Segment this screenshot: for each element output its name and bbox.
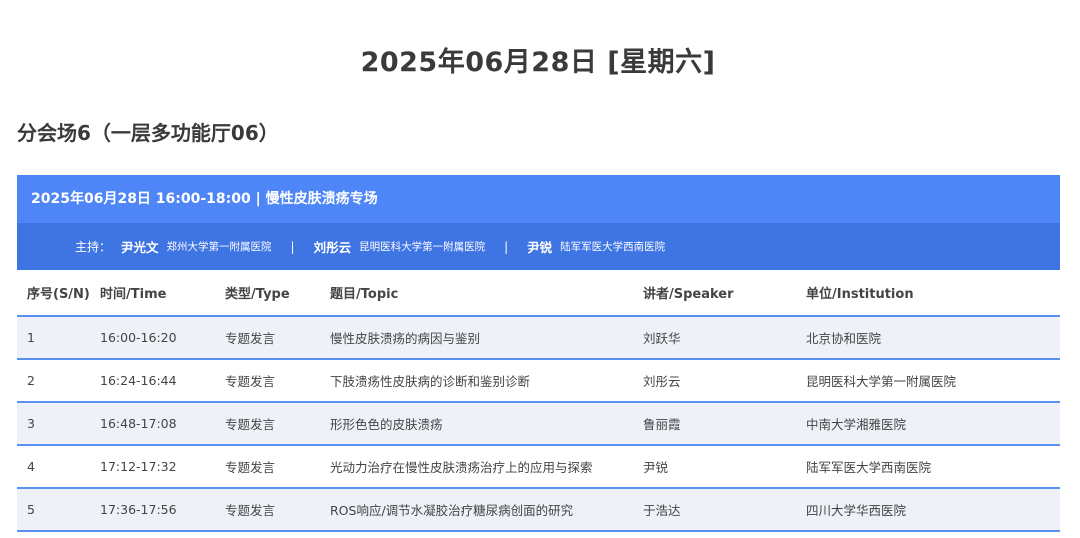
cell-speaker: 尹锐 bbox=[643, 445, 806, 489]
cell-institution: 中南大学湘雅医院 bbox=[806, 402, 1060, 446]
cell-institution: 四川大学华西医院 bbox=[806, 488, 1060, 532]
column-header-topic: 题目/Topic bbox=[330, 270, 643, 317]
cell-type: 专题发言 bbox=[225, 359, 330, 403]
table-row: 2 16:24-16:44 专题发言 下肢溃疡性皮肤病的诊断和鉴别诊断 刘彤云 … bbox=[17, 359, 1060, 403]
chair-name: 尹锐 bbox=[527, 240, 553, 255]
cell-time: 16:00-16:20 bbox=[100, 316, 225, 360]
cell-institution: 昆明医科大学第一附属医院 bbox=[806, 359, 1060, 403]
cell-institution: 北京协和医院 bbox=[806, 316, 1060, 360]
table-row: 4 17:12-17:32 专题发言 光动力治疗在慢性皮肤溃疡治疗上的应用与探索… bbox=[17, 445, 1060, 489]
cell-sn: 1 bbox=[17, 316, 100, 360]
column-header-sn: 序号(S/N) bbox=[17, 270, 100, 317]
chair-institution: 陆军军医大学西南医院 bbox=[560, 241, 666, 253]
table-row: 5 17:36-17:56 专题发言 ROS响应/调节水凝胶治疗糖尿病创面的研究… bbox=[17, 488, 1060, 532]
cell-speaker: 刘彤云 bbox=[643, 359, 806, 403]
cell-topic: 下肢溃疡性皮肤病的诊断和鉴别诊断 bbox=[330, 359, 643, 403]
table-row: 1 16:00-16:20 专题发言 慢性皮肤溃疡的病因与鉴别 刘跃华 北京协和… bbox=[17, 316, 1060, 360]
cell-topic: 慢性皮肤溃疡的病因与鉴别 bbox=[330, 316, 643, 360]
cell-sn: 2 bbox=[17, 359, 100, 403]
cell-institution: 陆军军医大学西南医院 bbox=[806, 445, 1060, 489]
chair-bar: 主持： 尹光文 郑州大学第一附属医院 | 刘彤云 昆明医科大学第一附属医院 | … bbox=[17, 223, 1060, 270]
table-header-row: 序号(S/N) 时间/Time 类型/Type 题目/Topic 讲者/Spea… bbox=[17, 270, 1060, 317]
cell-type: 专题发言 bbox=[225, 402, 330, 446]
chair-institution: 昆明医科大学第一附属医院 bbox=[359, 241, 486, 253]
venue-title: 分会场6（一层多功能厅06） bbox=[17, 121, 279, 145]
cell-sn: 3 bbox=[17, 402, 100, 446]
cell-topic: ROS响应/调节水凝胶治疗糖尿病创面的研究 bbox=[330, 488, 643, 532]
cell-speaker: 于浩达 bbox=[643, 488, 806, 532]
cell-type: 专题发言 bbox=[225, 316, 330, 360]
date-title: 2025年06月28日 [星期六] bbox=[360, 47, 716, 78]
column-header-speaker: 讲者/Speaker bbox=[643, 270, 806, 317]
cell-speaker: 鲁丽霞 bbox=[643, 402, 806, 446]
cell-type: 专题发言 bbox=[225, 488, 330, 532]
cell-time: 17:36-17:56 bbox=[100, 488, 225, 532]
column-header-time: 时间/Time bbox=[100, 270, 225, 317]
column-header-type: 类型/Type bbox=[225, 270, 330, 317]
cell-topic: 形形色色的皮肤溃疡 bbox=[330, 402, 643, 446]
column-header-institution: 单位/Institution bbox=[806, 270, 1060, 317]
schedule-table: 序号(S/N) 时间/Time 类型/Type 题目/Topic 讲者/Spea… bbox=[17, 270, 1060, 532]
chair-label: 主持： bbox=[75, 240, 112, 254]
chair-institution: 郑州大学第一附属医院 bbox=[166, 241, 272, 253]
session-block: 2025年06月28日 16:00-18:00 | 慢性皮肤溃疡专场 主持： 尹… bbox=[17, 175, 1060, 532]
cell-type: 专题发言 bbox=[225, 445, 330, 489]
cell-sn: 5 bbox=[17, 488, 100, 532]
chair-name: 尹光文 bbox=[121, 240, 159, 255]
table-row: 3 16:48-17:08 专题发言 形形色色的皮肤溃疡 鲁丽霞 中南大学湘雅医… bbox=[17, 402, 1060, 446]
chair-separator: | bbox=[504, 239, 509, 254]
cell-time: 17:12-17:32 bbox=[100, 445, 225, 489]
cell-speaker: 刘跃华 bbox=[643, 316, 806, 360]
session-header: 2025年06月28日 16:00-18:00 | 慢性皮肤溃疡专场 bbox=[17, 175, 1060, 223]
cell-time: 16:24-16:44 bbox=[100, 359, 225, 403]
cell-sn: 4 bbox=[17, 445, 100, 489]
chair-name: 刘彤云 bbox=[313, 240, 352, 255]
chair-separator: | bbox=[290, 239, 295, 254]
cell-topic: 光动力治疗在慢性皮肤溃疡治疗上的应用与探索 bbox=[330, 445, 643, 489]
cell-time: 16:48-17:08 bbox=[100, 402, 225, 446]
